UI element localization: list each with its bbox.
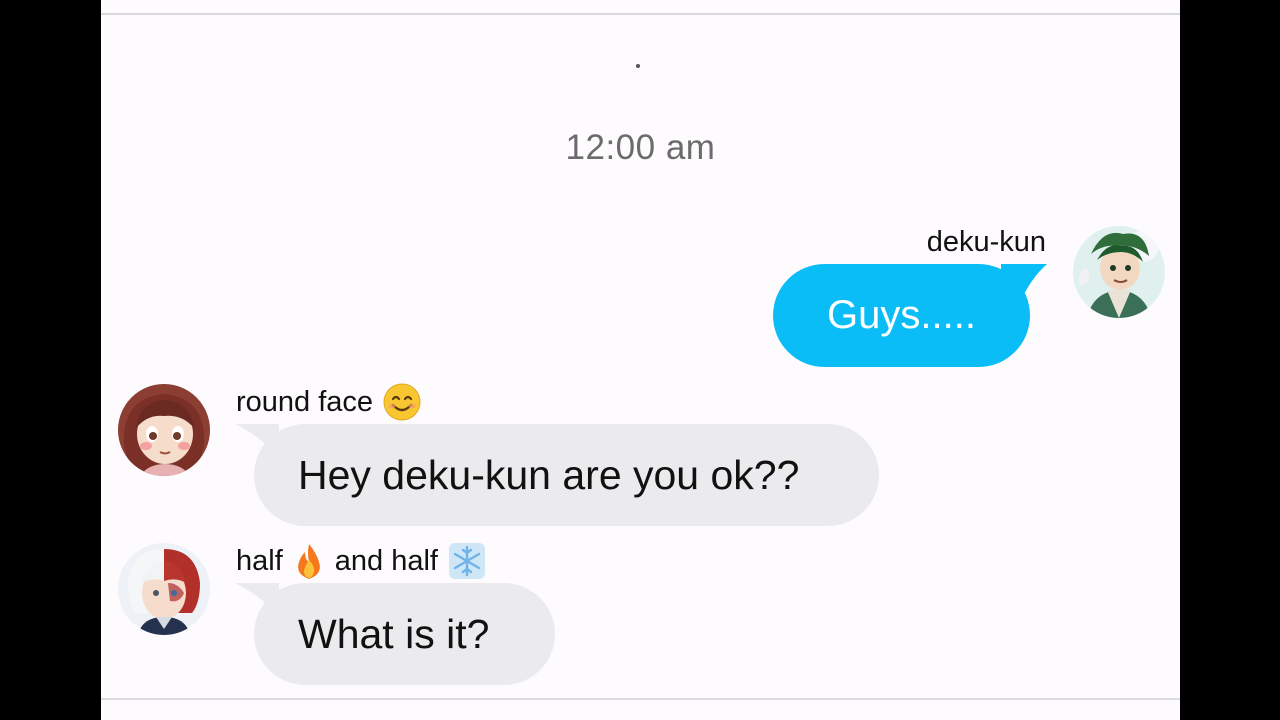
sender-name-label: deku-kun xyxy=(926,226,1046,258)
sender-name-round-face: round face xyxy=(236,383,421,421)
message-text: Guys..... xyxy=(827,293,976,337)
indicator-dot xyxy=(636,64,640,68)
smiling-face-icon xyxy=(383,383,421,421)
fire-icon xyxy=(293,542,325,580)
message-bubble-outgoing[interactable]: Guys..... xyxy=(773,264,1030,367)
todoroki-avatar-icon[interactable] xyxy=(118,543,210,635)
message-text: What is it? xyxy=(298,610,490,657)
deku-avatar-icon[interactable] xyxy=(1073,226,1165,318)
sender-name-deku: deku-kun xyxy=(927,226,1046,259)
top-divider xyxy=(101,13,1180,15)
sender-name-part-1: half xyxy=(236,544,283,577)
uraraka-avatar-icon[interactable] xyxy=(118,384,210,476)
snowflake-icon xyxy=(448,542,486,580)
sender-name-half-and-half: half and half xyxy=(236,542,486,580)
sender-name-label: round face xyxy=(236,385,374,418)
chat-screen: 12:00 am deku-kun Guys..... round face H… xyxy=(101,0,1180,720)
message-text: Hey deku-kun are you ok?? xyxy=(298,451,800,498)
sender-name-part-2: and half xyxy=(334,544,438,577)
bottom-divider xyxy=(101,698,1180,700)
message-bubble-incoming[interactable]: Hey deku-kun are you ok?? xyxy=(254,424,879,526)
message-bubble-incoming[interactable]: What is it? xyxy=(254,583,555,685)
chat-timestamp: 12:00 am xyxy=(565,128,716,167)
